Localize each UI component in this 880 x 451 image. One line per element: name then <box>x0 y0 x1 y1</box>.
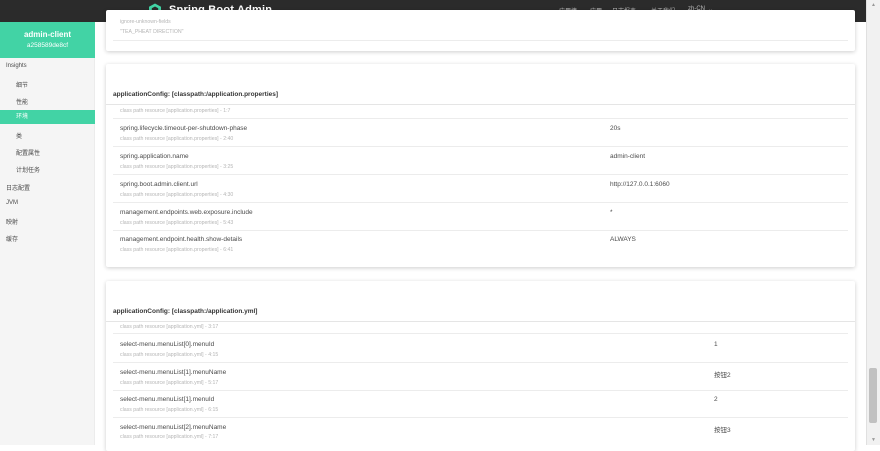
sidebar-item-jvm[interactable]: JVM <box>0 200 95 206</box>
card-header-divider <box>106 321 855 322</box>
sidebar-item-details[interactable]: 细节 <box>0 80 95 89</box>
property-origin: class path resource [application.propert… <box>120 108 231 114</box>
env-card-application-properties: applicationConfig: [classpath:/applicati… <box>106 64 855 267</box>
card-header-divider <box>106 104 855 105</box>
property-origin: class path resource [application.yml] - … <box>120 434 219 440</box>
property-origin: class path resource [application.propert… <box>120 136 234 142</box>
property-origin: ignore-unknown-fields <box>120 19 171 25</box>
sidebar-item-config-props[interactable]: 配置属性 <box>0 148 95 157</box>
property-name: select-menu.menuList[1].menuName <box>120 369 227 376</box>
property-source-title: applicationConfig: [classpath:/applicati… <box>113 91 279 98</box>
property-origin: class path resource [application.propert… <box>120 220 234 226</box>
env-card-application-yml: applicationConfig: [classpath:/applicati… <box>106 281 855 451</box>
sidebar-item-insights[interactable]: Insights <box>0 63 95 69</box>
row-divider <box>113 362 848 363</box>
property-value: ALWAYS <box>610 236 636 243</box>
property-name: management.endpoint.health.show-details <box>120 236 243 243</box>
row-divider <box>113 230 848 231</box>
row-divider <box>113 390 848 391</box>
property-value: 按钮3 <box>714 427 731 434</box>
sidebar-item-classes[interactable]: 类 <box>0 131 95 140</box>
property-name: select-menu.menuList[2].menuName <box>120 424 227 431</box>
sidebar-item-metrics[interactable]: 性能 <box>0 97 95 106</box>
property-value: 按钮2 <box>714 372 731 379</box>
row-divider <box>113 118 848 119</box>
property-name: spring.application.name <box>120 153 189 160</box>
property-origin: class path resource [application.yml] - … <box>120 407 219 413</box>
property-name: management.endpoints.web.exposure.includ… <box>120 209 253 216</box>
property-value: admin-client <box>610 153 646 160</box>
property-source-title: applicationConfig: [classpath:/applicati… <box>113 308 258 315</box>
page-scrollbar[interactable]: ▲ ▼ <box>866 0 880 445</box>
row-divider <box>113 146 848 147</box>
env-card-previous: ignore-unknown-fields "TEA_PHEAT DIRECTI… <box>106 10 855 51</box>
sidebar-item-loggers[interactable]: 日志配置 <box>0 183 95 192</box>
property-value: http://127.0.0.1:6060 <box>610 181 670 188</box>
property-origin: class path resource [application.yml] - … <box>120 380 219 386</box>
sidebar-item-environment[interactable]: 环境 <box>0 110 95 124</box>
property-value: * <box>610 209 613 216</box>
instance-name: admin-client <box>23 30 72 39</box>
scroll-up-arrow-icon[interactable]: ▲ <box>871 2 876 8</box>
property-name: spring.lifecycle.timeout-per-shutdown-ph… <box>120 125 248 132</box>
property-name: spring.boot.admin.client.url <box>120 181 198 188</box>
scroll-down-arrow-icon[interactable]: ▼ <box>871 437 876 443</box>
row-divider <box>113 174 848 175</box>
property-origin: class path resource [application.propert… <box>120 164 234 170</box>
property-origin: class path resource [application.propert… <box>120 247 234 253</box>
property-value: 1 <box>714 341 718 348</box>
sidebar-item-caches[interactable]: 缓存 <box>0 234 95 243</box>
scrollbar-thumb[interactable] <box>869 368 877 423</box>
property-name: select-menu.menuList[0].menuId <box>120 341 215 348</box>
instance-id: a258589de8cf <box>26 42 69 49</box>
property-value: 20s <box>610 125 621 132</box>
property-origin: class path resource [application.yml] - … <box>120 352 219 358</box>
property-name: select-menu.menuList[1].menuId <box>120 396 215 403</box>
instance-header[interactable]: admin-client a258589de8cf <box>0 22 95 58</box>
property-value: 2 <box>714 396 718 403</box>
property-origin: class path resource [application.yml] - … <box>120 324 219 330</box>
property-origin: "TEA_PHEAT DIRECTION" <box>120 29 184 35</box>
sidebar: admin-client a258589de8cf Insights 细节 性能… <box>0 22 95 445</box>
row-divider <box>113 333 848 334</box>
sidebar-item-mappings[interactable]: 映射 <box>0 217 95 226</box>
row-divider <box>113 202 848 203</box>
property-origin: class path resource [application.propert… <box>120 192 234 198</box>
sidebar-item-scheduled-tasks[interactable]: 计划任务 <box>0 165 95 174</box>
row-divider <box>113 40 848 41</box>
row-divider <box>113 417 848 418</box>
